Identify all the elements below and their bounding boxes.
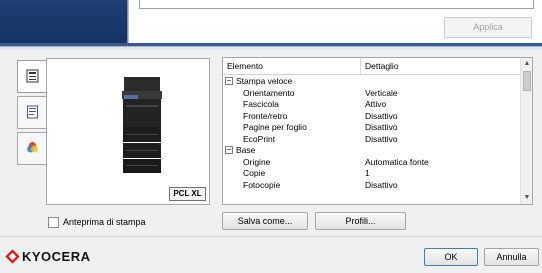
grid-item-row[interactable]: Orientamento Verticale: [223, 88, 521, 100]
scroll-up-icon[interactable]: ▲: [521, 58, 532, 70]
print-preview-label: Anteprima di stampa: [63, 217, 146, 227]
row-element-label: Fronte/retro: [243, 110, 288, 121]
row-element-label: Pagine per foglio: [243, 122, 307, 132]
grid-item-row[interactable]: Fascicola Attivo: [223, 99, 521, 111]
row-element-label: Fascicola: [243, 99, 279, 109]
row-element-label: Origine: [243, 156, 271, 167]
row-detail-value: Attivo: [365, 99, 387, 109]
row-detail-value: 1: [365, 168, 370, 178]
printer-preview: PCL XL: [46, 58, 210, 205]
row-element-label: Orientamento: [243, 87, 295, 98]
grid-item-row[interactable]: EcoPrint Disattivo: [223, 134, 521, 146]
ok-button[interactable]: OK: [424, 248, 478, 266]
row-detail-value: Disattivo: [365, 110, 398, 121]
grid-item-row[interactable]: Origine Automatica fonte: [223, 157, 521, 169]
row-element-label: Stampa veloce: [236, 76, 293, 86]
document-icon: [26, 105, 39, 121]
scroll-thumb[interactable]: [523, 71, 531, 91]
row-detail-value: Verticale: [365, 87, 398, 98]
tab-color[interactable]: [17, 132, 46, 165]
row-element-label: EcoPrint: [243, 133, 276, 144]
grid-header: Elemento Dettaglio: [223, 58, 521, 75]
profiles-button[interactable]: Profili...: [315, 212, 406, 230]
row-element-label: Base: [236, 145, 256, 155]
printer-settings-icon: [26, 69, 39, 85]
top-input-field[interactable]: [139, 0, 534, 9]
grid-item-row[interactable]: Copie 1: [223, 168, 521, 180]
collapse-toggle-icon[interactable]: −: [225, 76, 233, 85]
apply-button[interactable]: Applica: [444, 17, 532, 38]
row-detail-value: Automatica fonte: [365, 156, 429, 167]
grid-scrollbar[interactable]: ▲ ▼: [520, 58, 532, 204]
grid-rows: − Stampa veloce Orientamento Verticale Fasci…: [223, 76, 521, 191]
kyocera-logo-icon: [5, 248, 20, 264]
vertical-tabs: [17, 60, 46, 168]
row-element-label: Fotocopie: [243, 179, 281, 190]
row-detail-value: Disattivo: [365, 179, 398, 190]
column-header-element[interactable]: Elemento: [223, 58, 361, 75]
column-header-detail[interactable]: Dettaglio: [361, 58, 521, 75]
printer-image: [122, 77, 162, 173]
scroll-down-icon[interactable]: ▼: [521, 192, 532, 204]
footer-separator: [0, 236, 542, 237]
top-band: Applica: [0, 0, 542, 50]
color-icon: [26, 141, 39, 156]
print-preview-option[interactable]: Anteprima di stampa: [48, 215, 146, 229]
grid-item-row[interactable]: Pagine per foglio Disattivo: [223, 122, 521, 134]
print-preview-checkbox[interactable]: [48, 216, 59, 228]
brand-name: KYOCERA: [22, 248, 91, 264]
pdl-badge: PCL XL: [169, 187, 206, 201]
row-element-label: Copie: [243, 168, 266, 178]
row-detail-value: Disattivo: [365, 133, 398, 144]
grid-item-row[interactable]: Fotocopie Disattivo: [223, 180, 521, 192]
header-banner: [0, 0, 128, 43]
header-divider-light: [0, 46, 542, 47]
kyocera-logo: KYOCERA: [5, 248, 91, 264]
tab-printer-settings[interactable]: [17, 60, 46, 93]
grid-group-row[interactable]: − Base: [223, 145, 521, 157]
settings-grid: Elemento Dettaglio − Stampa veloce Orienta…: [222, 57, 533, 205]
collapse-toggle-icon[interactable]: −: [225, 145, 233, 154]
cancel-button[interactable]: Annulla: [484, 248, 539, 266]
tab-document[interactable]: [17, 96, 46, 129]
grid-item-row[interactable]: Fronte/retro Disattivo: [223, 111, 521, 123]
row-detail-value: Disattivo: [365, 122, 398, 132]
save-as-button[interactable]: Salva come...: [222, 212, 308, 230]
grid-group-row[interactable]: − Stampa veloce: [223, 76, 521, 88]
